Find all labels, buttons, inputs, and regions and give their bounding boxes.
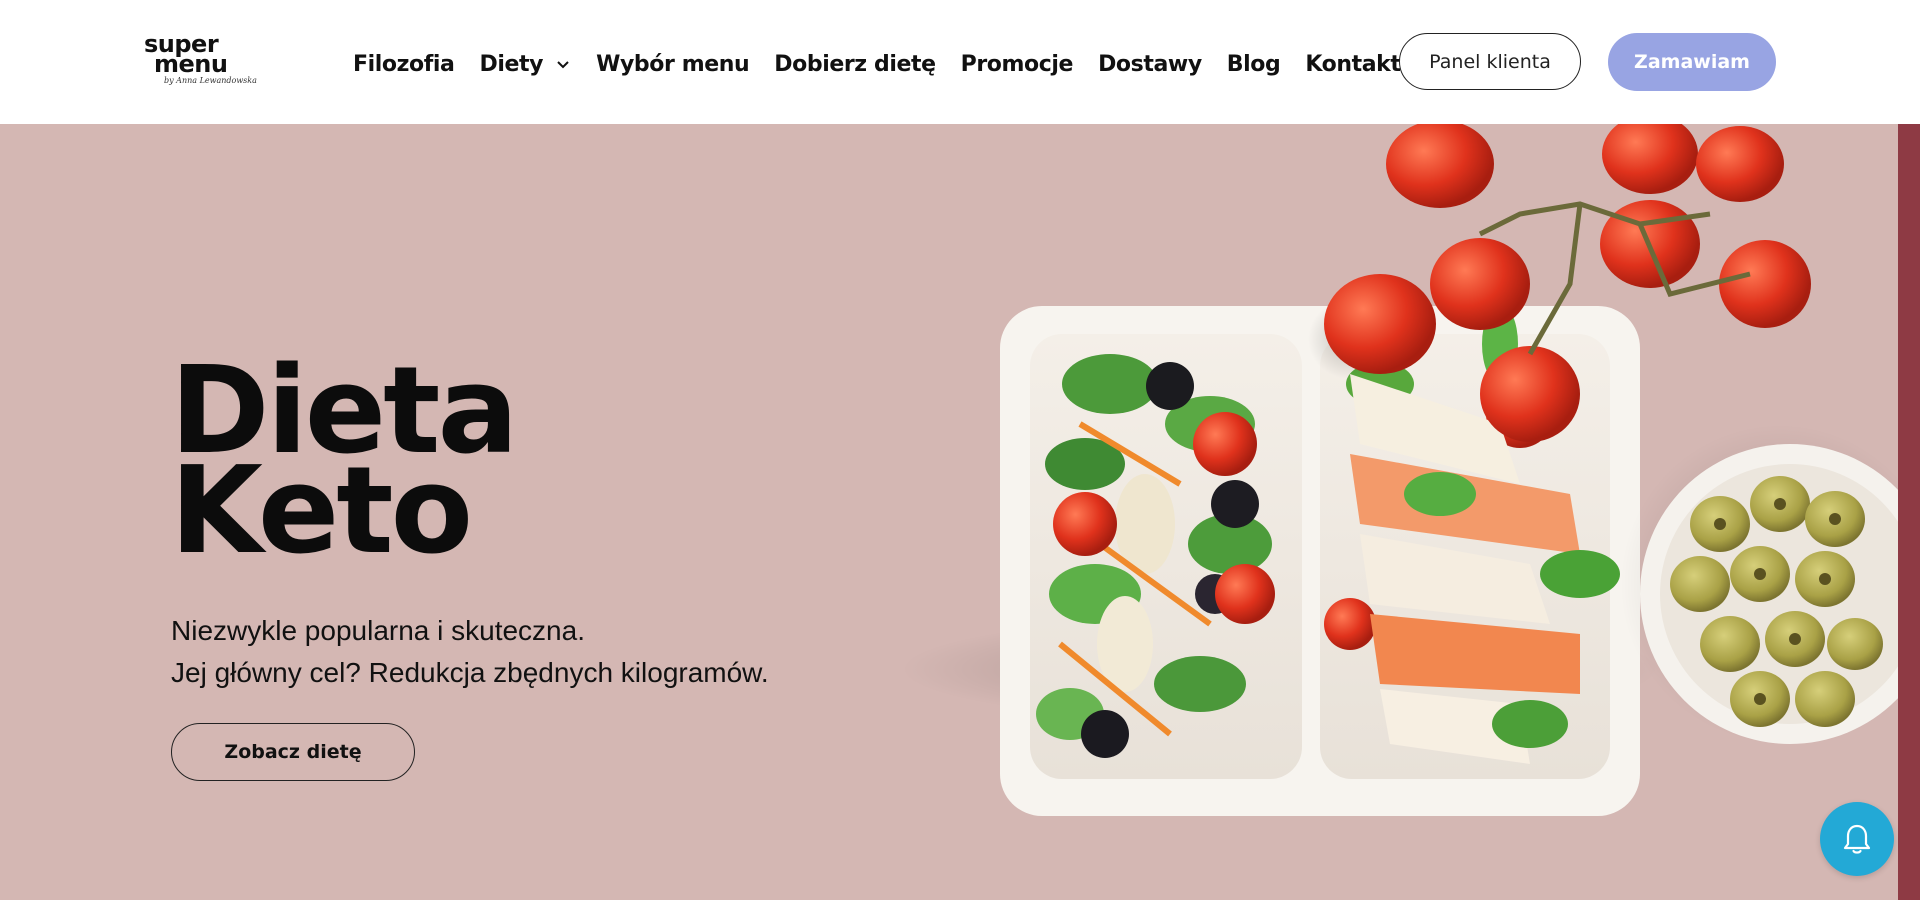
hero-subtitle-line2: Jej główny cel? Redukcja zbędnych kilogr… bbox=[171, 657, 769, 688]
see-diet-button[interactable]: Zobacz dietę bbox=[171, 723, 415, 781]
nav-item-promocje[interactable]: Promocje bbox=[960, 51, 1074, 77]
nav-label: Wybór menu bbox=[596, 51, 750, 77]
nav-label: Filozofia bbox=[353, 51, 455, 77]
hero-subtitle-line1: Niezwykle popularna i skuteczna. bbox=[171, 615, 585, 646]
nav-item-kontakt[interactable]: Kontakt bbox=[1305, 51, 1401, 77]
nav-item-wybor-menu[interactable]: Wybór menu bbox=[596, 51, 750, 77]
logo-signature: by Anna Lewandowska bbox=[164, 76, 257, 85]
notification-button[interactable] bbox=[1820, 802, 1894, 876]
nav-label: Diety bbox=[479, 51, 544, 77]
nav-label: Blog bbox=[1226, 51, 1281, 77]
nav-item-diety[interactable]: Diety bbox=[480, 52, 572, 77]
hero-subtitle: Niezwykle popularna i skuteczna. Jej głó… bbox=[171, 610, 769, 694]
site-header: super menu by Anna Lewandowska Filozofia… bbox=[0, 0, 1920, 124]
meal-box-image bbox=[900, 124, 1898, 816]
nav-label: Dobierz dietę bbox=[774, 51, 936, 77]
hero-title-line2: Keto bbox=[170, 442, 473, 581]
chevron-down-icon bbox=[557, 61, 569, 69]
nav-item-blog[interactable]: Blog bbox=[1227, 52, 1281, 77]
supermenu-logo[interactable]: super menu by Anna Lewandowska bbox=[144, 32, 257, 90]
nav-item-filozofia[interactable]: Filozofia bbox=[353, 52, 455, 77]
nav-label: Kontakt bbox=[1305, 51, 1401, 77]
accent-strip bbox=[1898, 124, 1920, 900]
nav-label: Promocje bbox=[960, 51, 1074, 77]
nav-label: Dostawy bbox=[1098, 51, 1202, 77]
main-nav: Filozofia Diety Wybór menu Dobierz dietę… bbox=[353, 48, 1426, 80]
bell-icon bbox=[1843, 824, 1871, 854]
client-panel-button[interactable]: Panel klienta bbox=[1399, 33, 1581, 90]
hero-title: Dieta Keto bbox=[170, 352, 518, 581]
nav-item-dobierz-diete[interactable]: Dobierz dietę bbox=[774, 51, 936, 77]
nav-item-dostawy[interactable]: Dostawy bbox=[1098, 52, 1202, 77]
order-button[interactable]: Zamawiam bbox=[1608, 33, 1776, 91]
logo-line2: menu bbox=[154, 50, 228, 78]
